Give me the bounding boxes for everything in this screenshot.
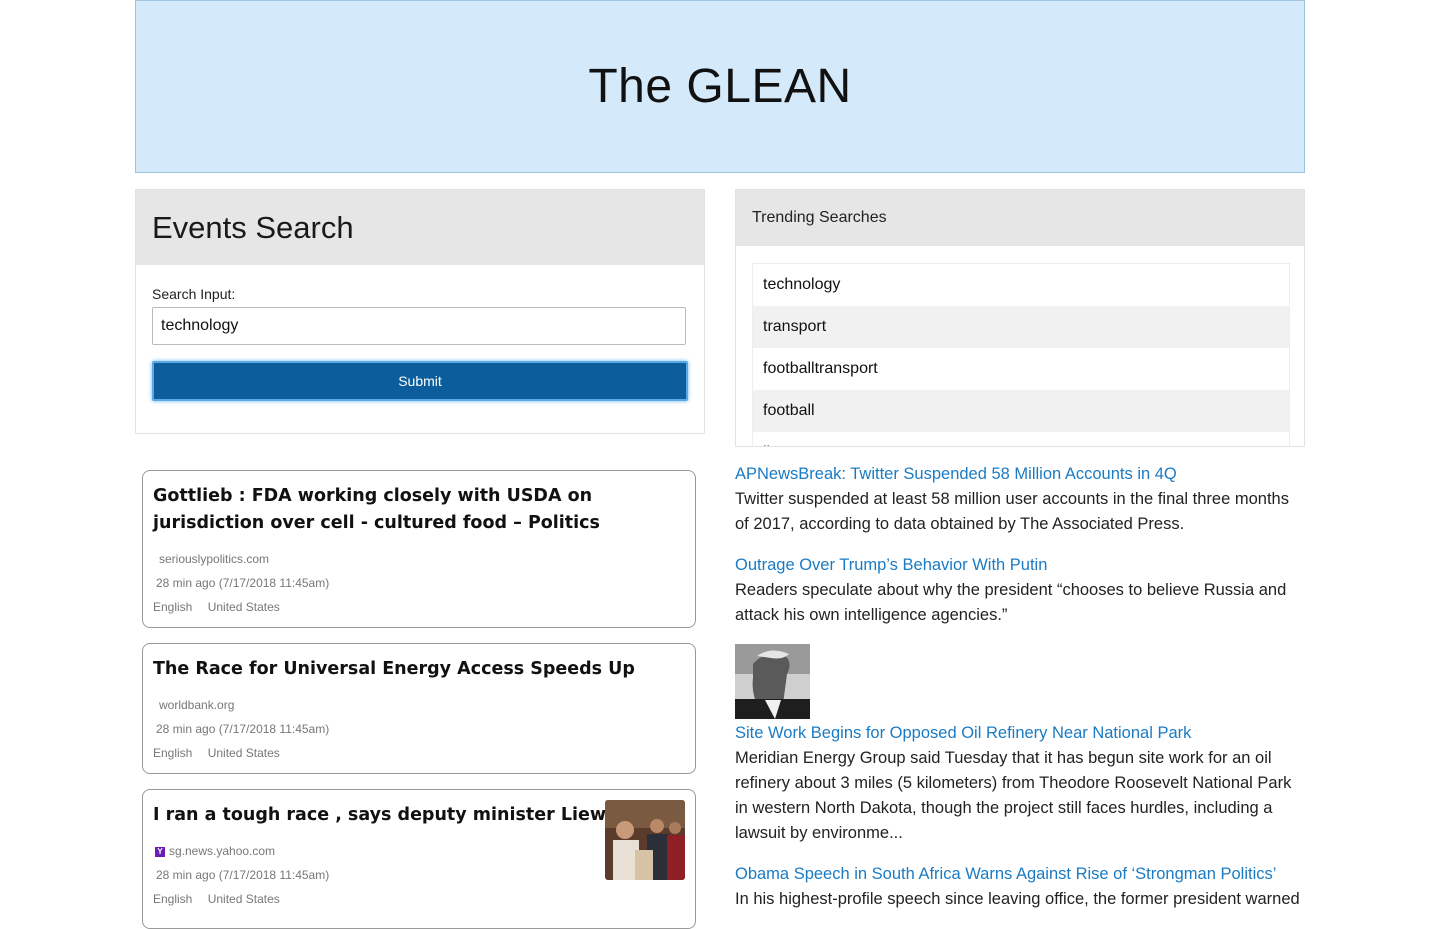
events-search-panel: Events Search Search Input: Submit xyxy=(135,189,705,434)
event-card[interactable]: I ran a tough race , says deputy ministe… xyxy=(142,789,696,929)
trending-item[interactable]: football xyxy=(753,390,1289,432)
news-list: APNewsBreak: Twitter Suspended 58 Millio… xyxy=(735,462,1305,928)
news-headline-link[interactable]: Obama Speech in South Africa Warns Again… xyxy=(735,862,1305,887)
event-source: worldbank.org xyxy=(159,698,235,712)
news-headline-link[interactable]: Outrage Over Trump’s Behavior With Putin xyxy=(735,553,1305,578)
news-item: Obama Speech in South Africa Warns Again… xyxy=(735,862,1305,912)
event-card[interactable]: The Race for Universal Energy Access Spe… xyxy=(142,643,696,774)
event-title[interactable]: Gottlieb : FDA working closely with USDA… xyxy=(153,483,685,537)
search-input[interactable] xyxy=(152,307,686,345)
event-source: seriouslypolitics.com xyxy=(159,552,270,566)
news-description: Twitter suspended at least 58 million us… xyxy=(735,490,1289,533)
site-header: The GLEAN xyxy=(135,0,1305,173)
event-meta-row: English United States xyxy=(153,595,685,619)
events-search-heading: Events Search xyxy=(152,209,354,245)
event-country: United States xyxy=(207,600,280,614)
event-country: United States xyxy=(207,746,280,760)
event-meta-row: English United States xyxy=(153,741,685,765)
event-meta-row: English United States xyxy=(153,887,685,911)
yahoo-icon: Y xyxy=(155,846,165,857)
event-language: English xyxy=(153,892,193,906)
trending-item[interactable]: transport xyxy=(753,306,1289,348)
event-language: English xyxy=(153,746,193,760)
event-card[interactable]: Gottlieb : FDA working closely with USDA… xyxy=(142,470,696,628)
news-description: Meridian Energy Group said Tuesday that … xyxy=(735,749,1292,842)
trending-item[interactable]: footballtransport xyxy=(753,348,1289,390)
event-time: 28 min ago (7/17/2018 11:45am) xyxy=(156,576,330,590)
trending-searches-panel: Trending Searches technology transport f… xyxy=(735,189,1305,447)
events-search-header: Events Search xyxy=(136,190,704,265)
news-item: APNewsBreak: Twitter Suspended 58 Millio… xyxy=(735,462,1305,537)
news-thumbnail-image[interactable] xyxy=(735,644,810,719)
news-description: Readers speculate about why the presiden… xyxy=(735,581,1287,624)
news-headline-link[interactable]: Site Work Begins for Opposed Oil Refiner… xyxy=(735,721,1305,746)
search-input-label: Search Input: xyxy=(152,286,236,302)
event-title[interactable]: The Race for Universal Energy Access Spe… xyxy=(153,656,685,683)
event-language: English xyxy=(153,600,193,614)
event-time: 28 min ago (7/17/2018 11:45am) xyxy=(156,722,330,736)
trending-searches-heading: Trending Searches xyxy=(736,190,1304,246)
news-item: Site Work Begins for Opposed Oil Refiner… xyxy=(735,644,1305,846)
event-country: United States xyxy=(207,892,280,906)
trending-item[interactable]: ibm xyxy=(753,432,1289,446)
news-item: Outrage Over Trump’s Behavior With Putin… xyxy=(735,553,1305,628)
submit-button[interactable]: Submit xyxy=(152,361,688,401)
news-headline-link[interactable]: APNewsBreak: Twitter Suspended 58 Millio… xyxy=(735,462,1305,487)
site-title: The GLEAN xyxy=(588,60,852,113)
event-source: sg.news.yahoo.com xyxy=(169,844,276,858)
event-thumbnail-image[interactable] xyxy=(605,800,685,880)
trending-list[interactable]: technology transport footballtransport f… xyxy=(752,263,1290,446)
trending-item[interactable]: technology xyxy=(753,264,1289,306)
